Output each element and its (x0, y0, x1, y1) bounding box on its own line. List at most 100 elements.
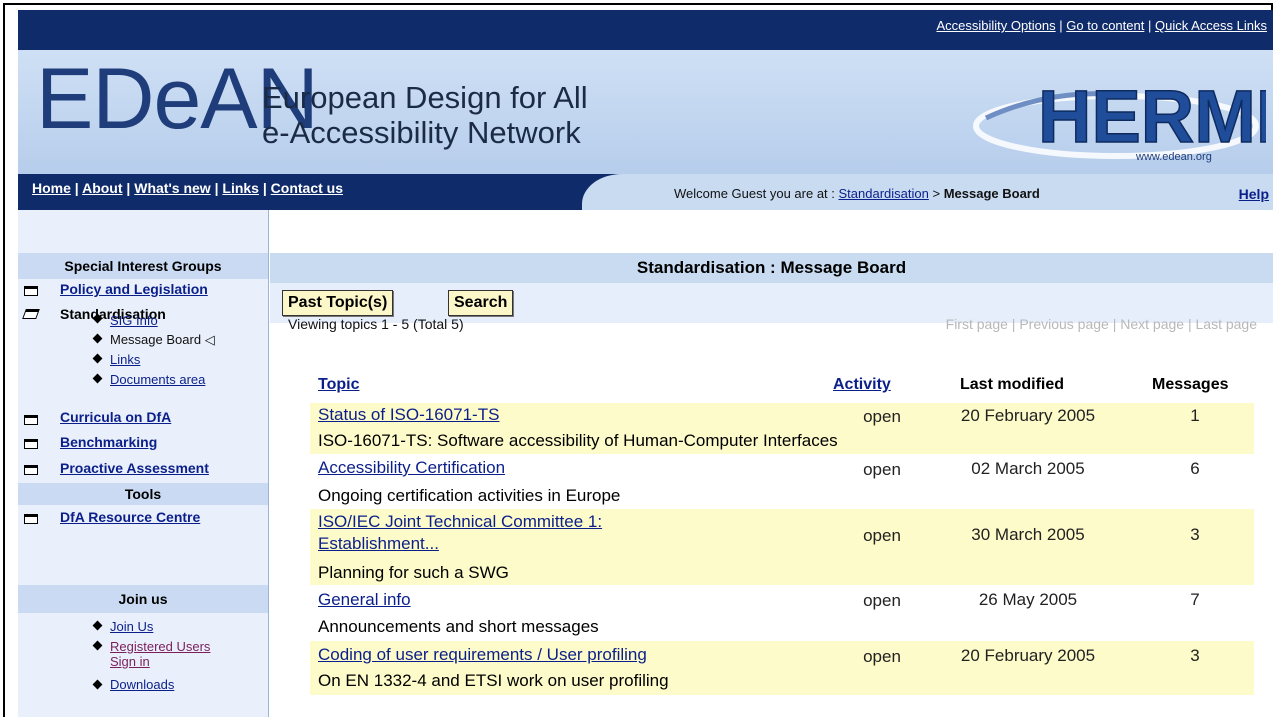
sig-header: Special Interest Groups (18, 253, 268, 279)
bullet-icon (92, 640, 103, 651)
message-count: 6 (1190, 459, 1200, 478)
quick-links: Accessibility Options | Go to content | … (936, 18, 1267, 33)
open-folder-icon (22, 309, 40, 319)
last-modified-date: 26 May 2005 (978, 590, 1078, 609)
links-link[interactable]: Links (110, 352, 140, 367)
topic-description: Planning for such a SWG (318, 563, 509, 582)
quick-access-links-link[interactable]: Quick Access Links (1155, 18, 1267, 33)
help-link[interactable]: Help (1239, 186, 1269, 202)
sidebar-subitem-links[interactable]: Links (110, 352, 140, 367)
breadcrumb-standardisation-link[interactable]: Standardisation (839, 186, 929, 201)
sidebar-subitem-sig-info[interactable]: SIG Info (110, 313, 158, 328)
sidebar-subitem-join[interactable]: Join Us (110, 619, 153, 634)
activity-status: open (863, 526, 901, 545)
page-title: Standardisation : Message Board (270, 253, 1273, 283)
topic-description: Ongoing certification activities in Euro… (318, 486, 621, 505)
separator: | (1112, 316, 1117, 332)
last-modified-column-header: Last modified (960, 376, 1065, 393)
accessibility-options-link[interactable]: Accessibility Options (936, 18, 1055, 33)
separator: | (74, 180, 79, 196)
separator: | (214, 180, 219, 196)
nav-home-link[interactable]: Home (32, 180, 71, 196)
topic-link[interactable]: Coding of user requirements / User profi… (318, 644, 647, 666)
sign-in-link[interactable]: Sign in (110, 654, 150, 669)
sig-info-link[interactable]: SIG Info (110, 313, 158, 328)
topic-link[interactable]: Accessibility Certification (318, 457, 505, 479)
pagination: First page | Previous page | Next page |… (946, 316, 1257, 332)
folder-icon (24, 439, 38, 449)
last-modified-date: 30 March 2005 (971, 525, 1085, 544)
bullet-icon (92, 333, 103, 344)
hermes-logo[interactable]: HERMES www.edean.org (966, 56, 1277, 170)
nav-links-link[interactable]: Links (222, 180, 259, 196)
separator: | (126, 180, 131, 196)
last-modified-date: 20 February 2005 (960, 646, 1096, 665)
search-button[interactable]: Search (448, 290, 514, 316)
activity-status: open (863, 460, 901, 479)
join-us-link[interactable]: Join Us (110, 619, 153, 634)
message-count: 3 (1190, 646, 1200, 665)
sidebar-item-benchmarking[interactable]: Benchmarking (60, 434, 157, 450)
folder-icon (24, 514, 38, 524)
go-to-content-link[interactable]: Go to content (1066, 18, 1144, 33)
separator: | (1011, 316, 1016, 332)
logo-subtitle-line2: e-Accessibility Network (262, 115, 581, 150)
message-count: 1 (1190, 406, 1200, 425)
breadcrumb-current: Message Board (943, 186, 1040, 201)
main-nav-links: Home | About | What's new | Links | Cont… (32, 180, 343, 196)
activity-column-header[interactable]: Activity (833, 376, 891, 394)
topic-column-header[interactable]: Topic (318, 376, 359, 394)
logo-subtitle-line1: European Design for All (262, 80, 588, 115)
activity-status: open (863, 407, 901, 426)
separator: | (1059, 18, 1063, 33)
past-topics-button[interactable]: Past Topic(s) (282, 290, 394, 316)
table-row: General info Announcements and short mes… (310, 585, 1254, 641)
bullet-icon (92, 620, 103, 631)
separator: | (1187, 316, 1192, 332)
separator: | (1147, 18, 1152, 33)
sidebar-item-curricula[interactable]: Curricula on DfA (60, 409, 171, 425)
table-row: Status of ISO-16071-TS ISO-16071-TS: Sof… (310, 403, 1254, 454)
table-row: ISO/IEC Joint Technical Committee 1: Est… (310, 509, 1254, 585)
viewing-count: Viewing topics 1 - 5 (Total 5) (288, 316, 464, 332)
topic-link-line1[interactable]: ISO/IEC Joint Technical Committee 1: (318, 512, 602, 531)
nav-about-link[interactable]: About (82, 180, 122, 196)
join-header: Join us (18, 585, 268, 613)
sidebar-item-resource-centre[interactable]: DfA Resource Centre (60, 509, 200, 525)
folder-icon (24, 286, 38, 296)
topic-description: ISO-16071-TS: Software accessibility of … (318, 431, 838, 450)
next-page-link[interactable]: Next page (1120, 316, 1184, 332)
registered-users-link[interactable]: Registered Users (110, 639, 210, 654)
tools-header: Tools (18, 483, 268, 505)
hermes-url-text: www.edean.org (1135, 151, 1212, 163)
logo-subtitle: European Design for All e-Accessibility … (262, 80, 588, 150)
nav-whats-new-link[interactable]: What's new (134, 180, 210, 196)
topic-link[interactable]: ISO/IEC Joint Technical Committee 1: Est… (318, 511, 602, 555)
last-page-link[interactable]: Last page (1196, 316, 1258, 332)
bullet-icon (92, 373, 103, 384)
welcome-text: Welcome Guest you are at : (674, 186, 835, 201)
sidebar-subitem-registered[interactable]: Registered Users Sign in (110, 639, 210, 669)
activity-status: open (863, 591, 901, 610)
nav-contact-link[interactable]: Contact us (271, 180, 343, 196)
breadcrumb-arrow: > (932, 186, 941, 201)
sidebar-subitem-documents[interactable]: Documents area (110, 372, 205, 387)
message-board-label: Message Board (110, 332, 202, 347)
first-page-link[interactable]: First page (946, 316, 1008, 332)
documents-area-link[interactable]: Documents area (110, 372, 205, 387)
sidebar-subitem-downloads[interactable]: Downloads (110, 677, 174, 692)
topic-link-line2[interactable]: Establishment... (318, 534, 439, 553)
topic-description: On EN 1332-4 and ETSI work on user profi… (318, 671, 669, 690)
sidebar-item-policy[interactable]: Policy and Legislation (60, 281, 208, 297)
previous-page-link[interactable]: Previous page (1019, 316, 1109, 332)
messages-column-header: Messages (1152, 376, 1229, 393)
topic-link[interactable]: Status of ISO-16071-TS (318, 404, 499, 426)
sidebar-item-proactive[interactable]: Proactive Assessment (60, 460, 209, 476)
downloads-link[interactable]: Downloads (110, 677, 174, 692)
bullet-icon (92, 679, 103, 690)
topic-description: Announcements and short messages (318, 617, 599, 636)
message-count: 3 (1190, 525, 1200, 544)
breadcrumb-bar: Welcome Guest you are at : Standardisati… (582, 174, 1273, 210)
sidebar: Special Interest Groups Policy and Legis… (18, 210, 269, 717)
topic-link[interactable]: General info (318, 589, 411, 611)
